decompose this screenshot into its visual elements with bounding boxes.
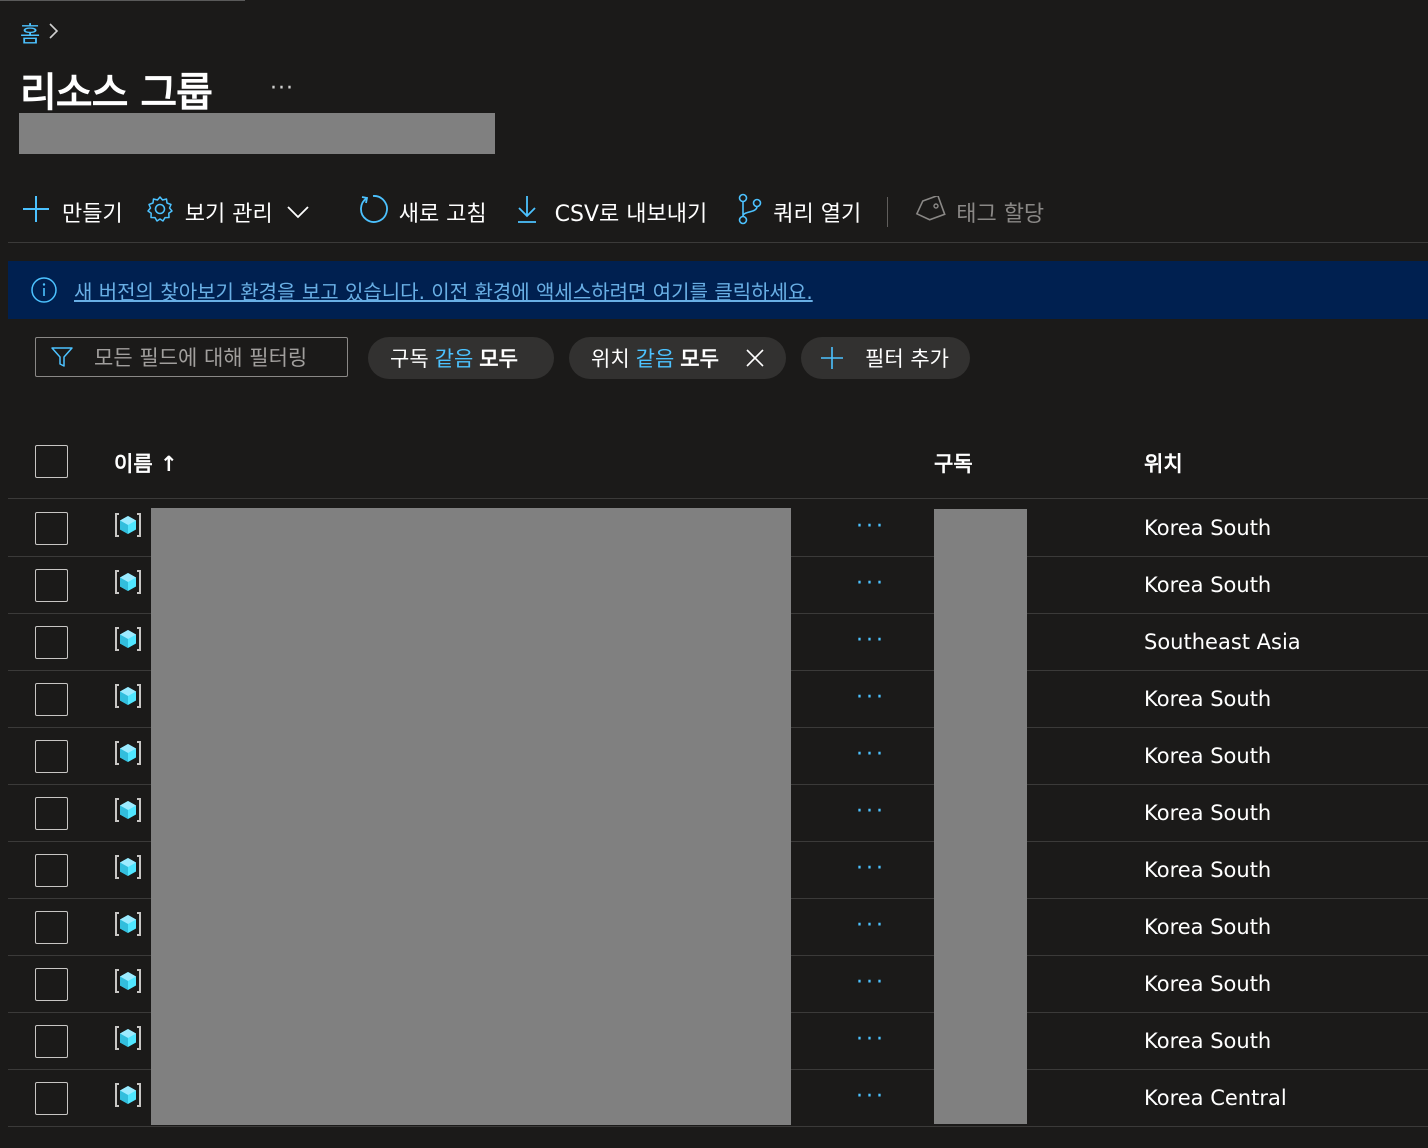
select-all-checkbox[interactable] <box>35 445 68 478</box>
row-divider <box>8 1126 1428 1127</box>
chevron-down-icon <box>287 200 319 225</box>
refresh-icon <box>357 193 399 231</box>
row-checkbox[interactable] <box>35 626 68 659</box>
row-more-button[interactable]: ··· <box>856 913 886 938</box>
add-filter-button[interactable]: 필터 추가 <box>801 337 970 379</box>
row-more-button[interactable]: ··· <box>856 799 886 824</box>
close-icon[interactable] <box>745 348 765 368</box>
row-more-button[interactable]: ··· <box>856 1027 886 1052</box>
row-checkbox[interactable] <box>35 512 68 545</box>
open-query-label: 쿼리 열기 <box>773 202 862 227</box>
info-banner: 새 버전의 찾아보기 환경을 보고 있습니다. 이전 환경에 액세스하려면 여기… <box>8 261 1428 319</box>
row-location: Korea South <box>1144 858 1272 882</box>
resource-group-icon <box>114 682 142 710</box>
assign-tags-label: 태그 할당 <box>956 202 1045 227</box>
filter-search-input[interactable]: 모든 필드에 대해 필터링 <box>35 337 348 377</box>
resource-group-icon <box>114 796 142 824</box>
location-filter-value: 모두 <box>680 347 719 371</box>
row-location: Korea South <box>1144 915 1272 939</box>
column-header-location[interactable]: 위치 <box>1144 448 1183 478</box>
column-header-name[interactable]: 이름 ↑ <box>114 448 178 478</box>
row-location: Korea South <box>1144 801 1272 825</box>
row-checkbox[interactable] <box>35 569 68 602</box>
row-more-button[interactable]: ··· <box>856 742 886 767</box>
tag-icon <box>914 194 956 228</box>
row-more-button[interactable]: ··· <box>856 970 886 995</box>
row-more-button[interactable]: ··· <box>856 571 886 596</box>
row-checkbox[interactable] <box>35 1082 68 1115</box>
redacted-subtitle <box>19 113 495 154</box>
subscription-filter-op: 같음 <box>434 347 474 371</box>
export-csv-button[interactable]: CSV로 내보내기 <box>515 194 708 230</box>
export-csv-label: CSV로 내보내기 <box>554 202 708 227</box>
more-options-button[interactable]: ··· <box>270 76 294 101</box>
query-icon <box>737 193 773 231</box>
row-location: Korea South <box>1144 573 1272 597</box>
row-location: Korea South <box>1144 1029 1272 1053</box>
column-header-subscription[interactable]: 구독 <box>934 448 973 478</box>
row-more-button[interactable]: ··· <box>856 856 886 881</box>
assign-tags-button[interactable]: 태그 할당 <box>914 194 1045 228</box>
resource-group-icon <box>114 853 142 881</box>
row-checkbox[interactable] <box>35 683 68 716</box>
row-location: Korea South <box>1144 687 1272 711</box>
info-icon <box>30 276 58 304</box>
resource-group-icon <box>114 1024 142 1052</box>
resource-group-icon <box>114 511 142 539</box>
row-location: Korea South <box>1144 972 1272 996</box>
resource-group-icon <box>114 967 142 995</box>
legacy-experience-link[interactable]: 새 버전의 찾아보기 환경을 보고 있습니다. 이전 환경에 액세스하려면 여기… <box>74 276 813 305</box>
row-checkbox[interactable] <box>35 740 68 773</box>
row-location: Korea South <box>1144 744 1272 768</box>
refresh-button[interactable]: 새로 고침 <box>357 193 487 231</box>
row-checkbox[interactable] <box>35 911 68 944</box>
row-location: Korea Central <box>1144 1086 1287 1110</box>
redacted-subscriptions <box>934 509 1027 1124</box>
manage-view-label: 보기 관리 <box>184 202 273 227</box>
row-location: Southeast Asia <box>1144 630 1301 654</box>
subscription-filter-field: 구독 <box>390 347 429 371</box>
toolbar-divider <box>887 197 889 227</box>
download-icon <box>515 194 549 230</box>
resource-group-icon <box>114 568 142 596</box>
location-filter-op: 같음 <box>635 347 675 371</box>
filter-icon <box>50 345 74 369</box>
row-checkbox[interactable] <box>35 968 68 1001</box>
refresh-label: 새로 고침 <box>398 202 487 227</box>
row-more-button[interactable]: ··· <box>856 628 886 653</box>
top-divider <box>0 0 245 1</box>
header-divider <box>8 498 1428 499</box>
redacted-names <box>151 508 791 1125</box>
row-more-button[interactable]: ··· <box>856 1084 886 1109</box>
row-checkbox[interactable] <box>35 1025 68 1058</box>
gear-icon <box>145 194 185 230</box>
breadcrumb: 홈 <box>20 18 60 48</box>
create-label: 만들기 <box>62 202 123 227</box>
filter-placeholder: 모든 필드에 대해 필터링 <box>94 346 308 370</box>
row-checkbox[interactable] <box>35 797 68 830</box>
toolbar-divider-line <box>8 242 1428 243</box>
row-more-button[interactable]: ··· <box>856 685 886 710</box>
manage-view-button[interactable]: 보기 관리 <box>145 194 319 230</box>
command-bar: 만들기 보기 관리 새로 고침 CSV로 내보내기 쿼리 열기 태그 할당 <box>20 190 1066 234</box>
plus-icon <box>20 193 62 231</box>
breadcrumb-home-link[interactable]: 홈 <box>20 17 40 49</box>
open-query-button[interactable]: 쿼리 열기 <box>737 193 861 231</box>
subscription-filter-pill[interactable]: 구독 같음 모두 <box>368 337 554 379</box>
resource-group-icon <box>114 910 142 938</box>
row-checkbox[interactable] <box>35 854 68 887</box>
location-filter-pill[interactable]: 위치 같음 모두 <box>569 337 786 379</box>
chevron-right-icon <box>48 22 60 44</box>
page-title: 리소스 그룹 <box>20 70 213 116</box>
resource-group-icon <box>114 625 142 653</box>
resource-group-icon <box>114 1081 142 1109</box>
plus-icon <box>819 345 845 371</box>
resource-group-icon <box>114 739 142 767</box>
add-filter-label: 필터 추가 <box>865 347 949 371</box>
row-location: Korea South <box>1144 516 1272 540</box>
location-filter-field: 위치 <box>591 347 630 371</box>
row-more-button[interactable]: ··· <box>856 514 886 539</box>
subscription-filter-value: 모두 <box>479 347 518 371</box>
create-button[interactable]: 만들기 <box>20 193 123 231</box>
